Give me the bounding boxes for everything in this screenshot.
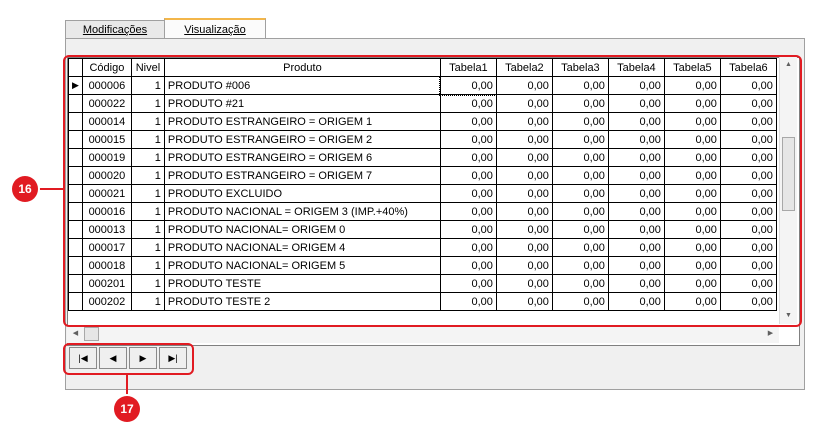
scroll-right-arrow-icon[interactable]: ▶ [762,326,779,342]
tab-visualizacao-label: Visualização [184,24,246,36]
scroll-left-arrow-icon[interactable]: ◀ [67,326,84,342]
callout-badge-16: 16 [12,176,38,202]
horizontal-scrollbar[interactable]: ◀ ▶ [67,325,779,343]
horizontal-scroll-thumb[interactable] [84,327,99,341]
callout-line-17 [126,373,128,397]
callout-box-grid [63,55,802,327]
callout-badge-17: 17 [114,396,140,422]
callout-box-navigator [63,343,194,375]
callout-line-16 [38,188,64,190]
tab-visualizacao[interactable]: Visualização [164,18,266,39]
tab-modificacoes-label: Modificações [82,24,148,36]
tab-modificacoes[interactable]: Modificações [65,20,165,39]
